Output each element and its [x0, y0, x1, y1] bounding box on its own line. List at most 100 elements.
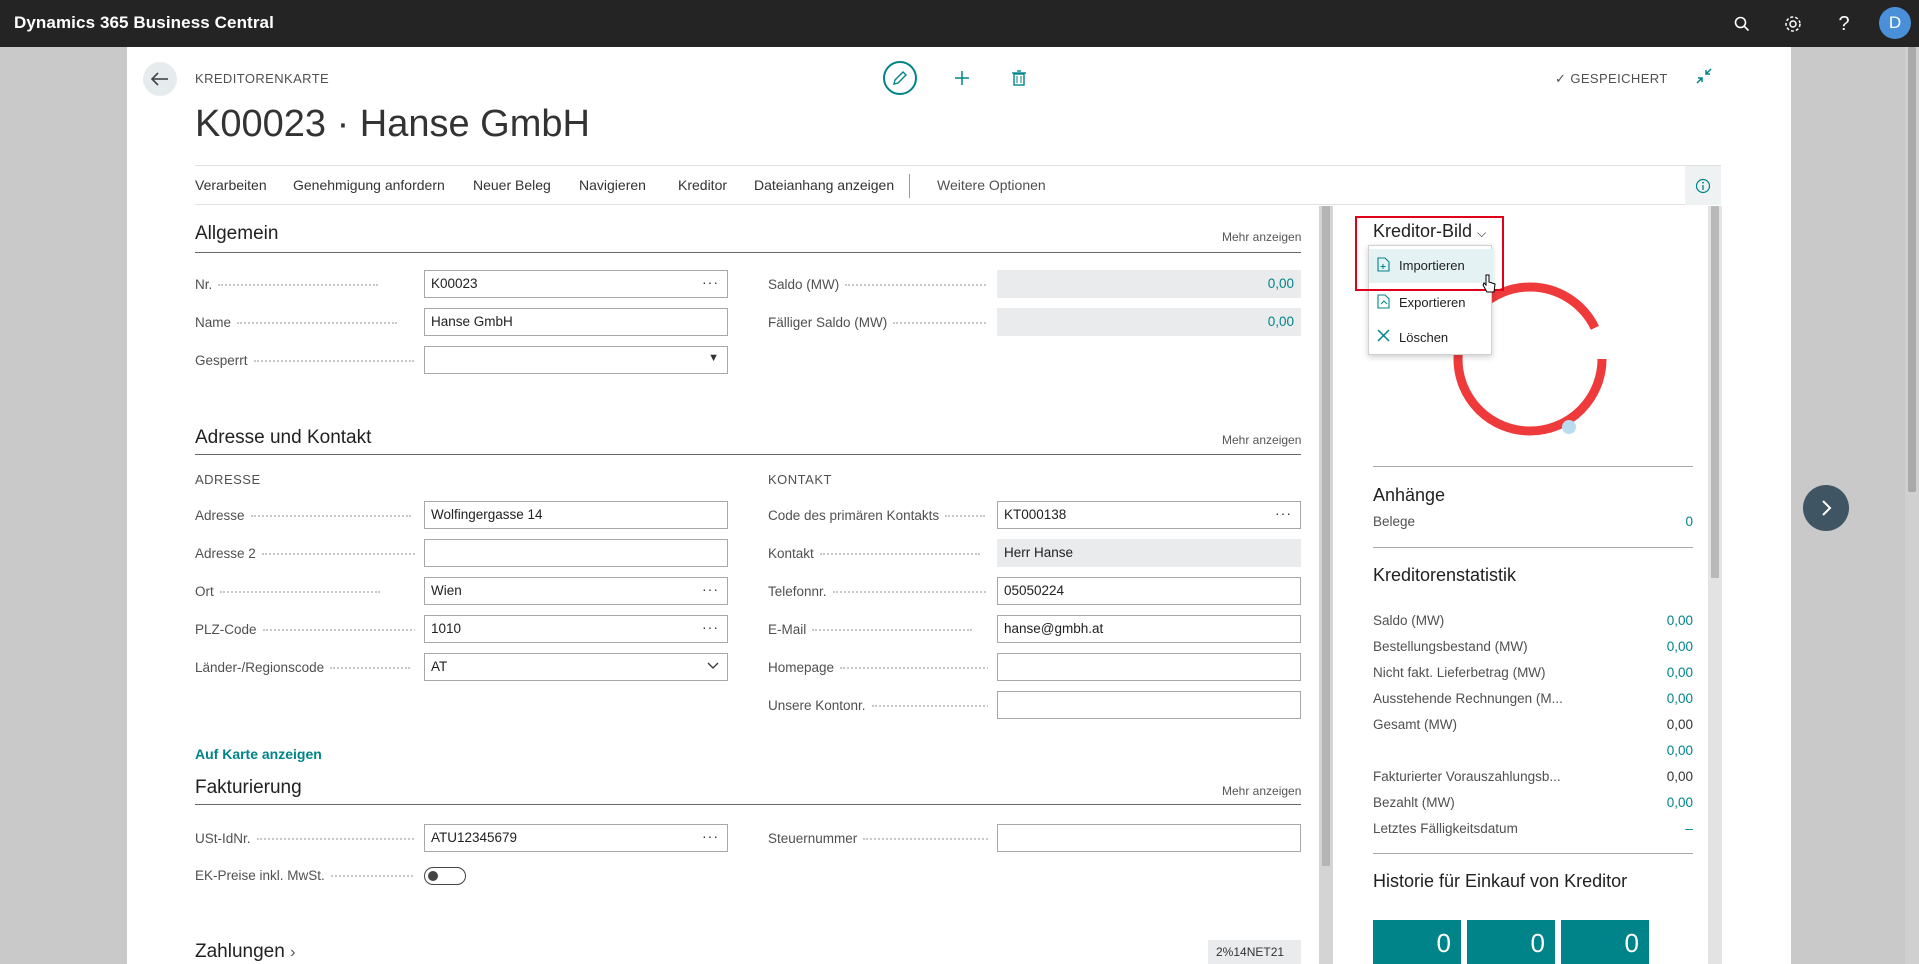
help-icon[interactable]: ?	[1830, 10, 1858, 38]
window-scrollbar[interactable]	[1905, 47, 1919, 964]
avatar[interactable]: D	[1879, 7, 1911, 39]
field-label: Code des primären Kontakts	[768, 508, 988, 523]
fakturierung-more-link[interactable]: Mehr anzeigen	[1222, 784, 1301, 798]
faelliger-saldo-field[interactable]: 0,00	[997, 308, 1301, 336]
factbox-scrollbar[interactable]	[1708, 206, 1722, 964]
adresse-field[interactable]: Wolfingergasse 14	[424, 501, 728, 529]
history-tile[interactable]: 0	[1467, 920, 1555, 964]
back-button[interactable]	[143, 62, 177, 96]
content-scrollbar[interactable]	[1319, 206, 1333, 964]
vendor-card-page: KREDITORENKARTE K00023 · Hanse GmbH ✓ GE…	[127, 47, 1791, 964]
menu-item-export[interactable]: Exportieren	[1369, 286, 1493, 320]
adresse2-field[interactable]	[424, 539, 728, 567]
laendercode-select[interactable]: AT	[424, 653, 728, 681]
search-icon[interactable]	[1728, 10, 1756, 38]
action-dateianhang[interactable]: Dateianhang anzeigen	[754, 177, 894, 193]
chevron-right-icon: ›	[290, 944, 296, 961]
saved-status: ✓ GESPEICHERT	[1555, 71, 1668, 86]
plz-field[interactable]: 1010 ···	[424, 615, 728, 643]
saldo-field[interactable]: 0,00	[997, 270, 1301, 298]
phone-field[interactable]: 05050224	[997, 577, 1301, 605]
export-icon	[1377, 294, 1390, 312]
ort-field[interactable]: Wien ···	[424, 577, 728, 605]
lookup-icon[interactable]: ···	[702, 828, 719, 844]
nr-field[interactable]: K00023 ···	[424, 270, 728, 298]
vat-id-field[interactable]: ATU12345679 ···	[424, 824, 728, 852]
next-record-button[interactable]	[1803, 485, 1849, 531]
allgemein-more-link[interactable]: Mehr anzeigen	[1222, 230, 1301, 244]
action-navigieren[interactable]: Navigieren	[579, 177, 646, 193]
history-tile[interactable]: 0	[1373, 920, 1461, 964]
gesperrt-select[interactable]: ▼	[424, 346, 728, 374]
action-verarbeiten[interactable]: Verarbeiten	[195, 177, 267, 193]
factbox-divider	[1373, 853, 1693, 854]
section-zahlungen-title[interactable]: Zahlungen ›	[195, 941, 295, 963]
delete-button[interactable]	[1004, 63, 1034, 93]
info-icon[interactable]	[1685, 166, 1721, 205]
breadcrumb: KREDITORENKARTE	[195, 71, 330, 86]
section-fakturierung-title[interactable]: Fakturierung	[195, 777, 302, 799]
attachments-title[interactable]: Anhänge	[1373, 485, 1445, 506]
field-label: Steuernummer	[768, 831, 988, 846]
history-tile[interactable]: 0	[1561, 920, 1649, 964]
chevron-down-icon	[707, 661, 719, 673]
field-label: USt-IdNr.	[195, 831, 415, 846]
action-genehmigung[interactable]: Genehmigung anfordern	[293, 177, 445, 193]
stats-title[interactable]: Kreditorenstatistik	[1373, 565, 1516, 586]
primary-contact-field[interactable]: KT000138 ···	[997, 501, 1301, 529]
map-link[interactable]: Auf Karte anzeigen	[195, 746, 322, 762]
page-title: K00023 · Hanse GmbH	[195, 103, 590, 145]
collapse-icon[interactable]	[1695, 67, 1713, 90]
field-label: Saldo (MW)	[768, 277, 988, 292]
section-adresse-title[interactable]: Adresse und Kontakt	[195, 427, 371, 449]
name-field[interactable]: Hanse GmbH	[424, 308, 728, 336]
edit-button[interactable]	[883, 61, 917, 95]
check-icon: ✓	[1555, 71, 1567, 86]
gear-icon[interactable]	[1779, 10, 1807, 38]
field-label: PLZ-Code	[195, 622, 415, 637]
homepage-field[interactable]	[997, 653, 1301, 681]
contact-subheading: KONTAKT	[768, 472, 832, 487]
action-separator	[909, 174, 910, 198]
prices-incl-vat-toggle[interactable]	[424, 867, 466, 885]
field-label: Adresse	[195, 508, 415, 523]
action-kreditor[interactable]: Kreditor	[678, 177, 727, 193]
tax-number-field[interactable]	[997, 824, 1301, 852]
menu-item-delete[interactable]: Löschen	[1369, 321, 1493, 355]
field-label: Gesperrt	[195, 353, 415, 368]
section-divider	[195, 454, 1301, 455]
section-allgemein-title[interactable]: Allgemein	[195, 223, 278, 245]
adresse-more-link[interactable]: Mehr anzeigen	[1222, 433, 1301, 447]
field-label: Name	[195, 315, 415, 330]
history-title[interactable]: Historie für Einkauf von Kreditor	[1373, 871, 1627, 892]
action-weitere-optionen[interactable]: Weitere Optionen	[937, 177, 1046, 193]
factbox-divider	[1373, 547, 1693, 548]
field-label: Adresse 2	[195, 546, 415, 561]
cursor-icon	[1481, 274, 1497, 299]
email-field[interactable]: hanse@gmbh.at	[997, 615, 1301, 643]
close-icon	[1377, 329, 1390, 345]
lookup-icon[interactable]: ···	[1275, 505, 1292, 521]
section-divider	[195, 252, 1301, 253]
lookup-icon[interactable]: ···	[702, 619, 719, 635]
app-title[interactable]: Dynamics 365 Business Central	[14, 13, 274, 33]
payment-terms-badge: 2%14NET21	[1208, 940, 1301, 964]
field-label: Unsere Kontonr.	[768, 698, 988, 713]
action-neuer-beleg[interactable]: Neuer Beleg	[473, 177, 551, 193]
dropdown-icon: ▼	[708, 352, 719, 364]
contact-field[interactable]: Herr Hanse	[997, 539, 1301, 567]
account-no-field[interactable]	[997, 691, 1301, 719]
lookup-icon[interactable]: ···	[702, 274, 719, 290]
action-bar: Verarbeiten Genehmigung anfordern Neuer …	[195, 165, 1721, 205]
lookup-icon[interactable]: ···	[702, 581, 719, 597]
top-bar: Dynamics 365 Business Central ? D	[0, 0, 1919, 47]
new-button[interactable]	[947, 63, 977, 93]
field-label: Kontakt	[768, 546, 988, 561]
field-label: Nr.	[195, 277, 415, 292]
field-label: Länder-/Regionscode	[195, 660, 415, 675]
attachments-count[interactable]: 0	[1685, 514, 1693, 529]
factbox-divider	[1373, 466, 1693, 467]
address-subheading: ADRESSE	[195, 472, 261, 487]
section-divider	[195, 804, 1301, 805]
field-label: Telefonnr.	[768, 584, 988, 599]
